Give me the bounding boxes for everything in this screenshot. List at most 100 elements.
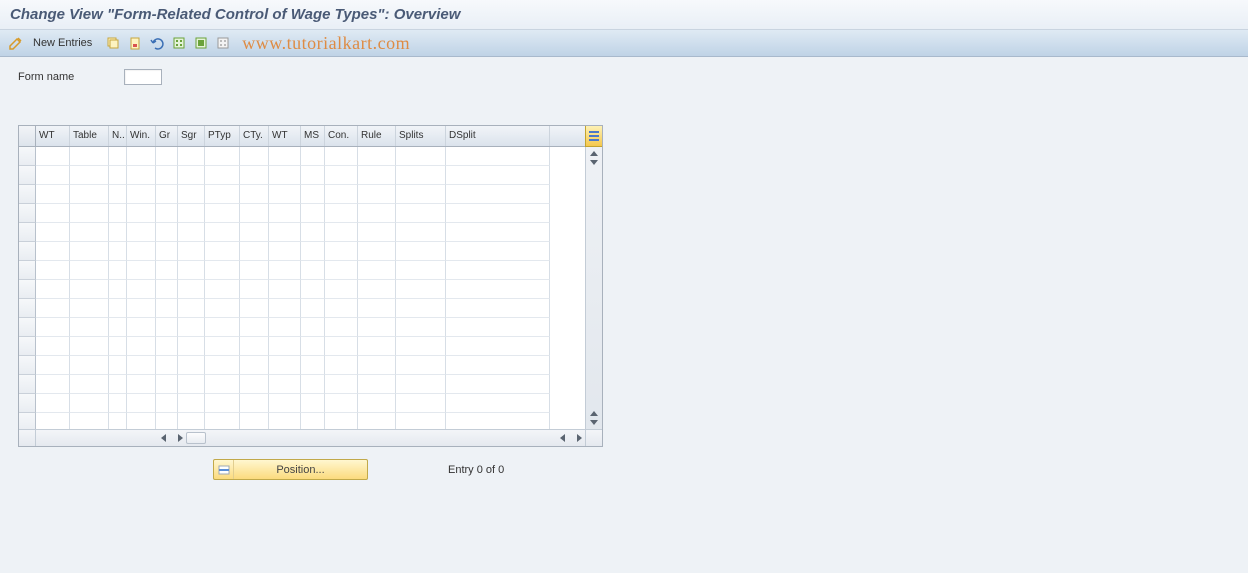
col-ms[interactable]: MS: [301, 126, 325, 146]
cell[interactable]: [240, 242, 269, 261]
cell[interactable]: [325, 185, 358, 204]
row-selector[interactable]: [19, 413, 36, 429]
cell[interactable]: [301, 261, 325, 280]
cell[interactable]: [301, 299, 325, 318]
cell[interactable]: [301, 280, 325, 299]
cell[interactable]: [269, 261, 301, 280]
col-table[interactable]: Table: [70, 126, 109, 146]
cell[interactable]: [325, 337, 358, 356]
cell[interactable]: [358, 147, 396, 166]
cell[interactable]: [446, 261, 550, 280]
form-name-input[interactable]: [124, 69, 162, 85]
cell[interactable]: [205, 394, 240, 413]
cell[interactable]: [358, 337, 396, 356]
cell[interactable]: [446, 318, 550, 337]
cell[interactable]: [109, 223, 127, 242]
col-sgr[interactable]: Sgr: [178, 126, 205, 146]
cell[interactable]: [156, 147, 178, 166]
cell[interactable]: [446, 166, 550, 185]
cell[interactable]: [325, 413, 358, 429]
cell[interactable]: [178, 261, 205, 280]
cell[interactable]: [269, 223, 301, 242]
cell[interactable]: [301, 166, 325, 185]
cell[interactable]: [301, 223, 325, 242]
cell[interactable]: [127, 280, 156, 299]
cell[interactable]: [325, 166, 358, 185]
cell[interactable]: [301, 204, 325, 223]
row-selector[interactable]: [19, 242, 36, 261]
cell[interactable]: [205, 242, 240, 261]
cell[interactable]: [127, 185, 156, 204]
cell[interactable]: [178, 147, 205, 166]
cell[interactable]: [156, 261, 178, 280]
row-selector[interactable]: [19, 280, 36, 299]
cell[interactable]: [156, 337, 178, 356]
table-row[interactable]: [19, 166, 585, 185]
cell[interactable]: [269, 166, 301, 185]
row-selector-header[interactable]: [19, 126, 36, 146]
cell[interactable]: [70, 166, 109, 185]
cell[interactable]: [70, 356, 109, 375]
cell[interactable]: [70, 147, 109, 166]
cell[interactable]: [446, 185, 550, 204]
cell[interactable]: [358, 242, 396, 261]
table-row[interactable]: [19, 261, 585, 280]
cell[interactable]: [109, 242, 127, 261]
cell[interactable]: [36, 375, 70, 394]
cell[interactable]: [396, 394, 446, 413]
cell[interactable]: [178, 394, 205, 413]
cell[interactable]: [240, 147, 269, 166]
cell[interactable]: [178, 299, 205, 318]
cell[interactable]: [36, 337, 70, 356]
vertical-scrollbar[interactable]: [585, 147, 602, 429]
cell[interactable]: [325, 375, 358, 394]
cell[interactable]: [178, 337, 205, 356]
cell[interactable]: [358, 223, 396, 242]
table-row[interactable]: [19, 394, 585, 413]
cell[interactable]: [325, 299, 358, 318]
cell[interactable]: [156, 356, 178, 375]
col-splits[interactable]: Splits: [396, 126, 446, 146]
cell[interactable]: [70, 375, 109, 394]
position-button[interactable]: Position...: [213, 459, 368, 480]
cell[interactable]: [358, 356, 396, 375]
cell[interactable]: [70, 223, 109, 242]
cell[interactable]: [446, 413, 550, 429]
cell[interactable]: [446, 356, 550, 375]
cell[interactable]: [269, 337, 301, 356]
cell[interactable]: [325, 204, 358, 223]
cell[interactable]: [70, 261, 109, 280]
cell[interactable]: [109, 299, 127, 318]
cell[interactable]: [36, 318, 70, 337]
row-selector[interactable]: [19, 204, 36, 223]
cell[interactable]: [36, 204, 70, 223]
cell[interactable]: [396, 223, 446, 242]
cell[interactable]: [446, 204, 550, 223]
row-selector[interactable]: [19, 261, 36, 280]
col-cty[interactable]: CTy.: [240, 126, 269, 146]
cell[interactable]: [358, 166, 396, 185]
cell[interactable]: [396, 147, 446, 166]
col-rule[interactable]: Rule: [358, 126, 396, 146]
cell[interactable]: [240, 166, 269, 185]
cell[interactable]: [109, 204, 127, 223]
cell[interactable]: [70, 204, 109, 223]
cell[interactable]: [109, 394, 127, 413]
row-selector[interactable]: [19, 223, 36, 242]
scroll-up-icon[interactable]: [590, 411, 598, 416]
cell[interactable]: [156, 223, 178, 242]
cell[interactable]: [240, 204, 269, 223]
cell[interactable]: [36, 356, 70, 375]
copy-icon[interactable]: [104, 34, 122, 52]
cell[interactable]: [240, 356, 269, 375]
cell[interactable]: [36, 413, 70, 429]
cell[interactable]: [396, 318, 446, 337]
cell[interactable]: [301, 375, 325, 394]
row-selector[interactable]: [19, 147, 36, 166]
cell[interactable]: [301, 337, 325, 356]
col-dsplit[interactable]: DSplit: [446, 126, 550, 146]
cell[interactable]: [269, 242, 301, 261]
new-entries-button[interactable]: New Entries: [29, 35, 100, 51]
cell[interactable]: [178, 223, 205, 242]
scrollbar-thumb[interactable]: [186, 432, 206, 444]
